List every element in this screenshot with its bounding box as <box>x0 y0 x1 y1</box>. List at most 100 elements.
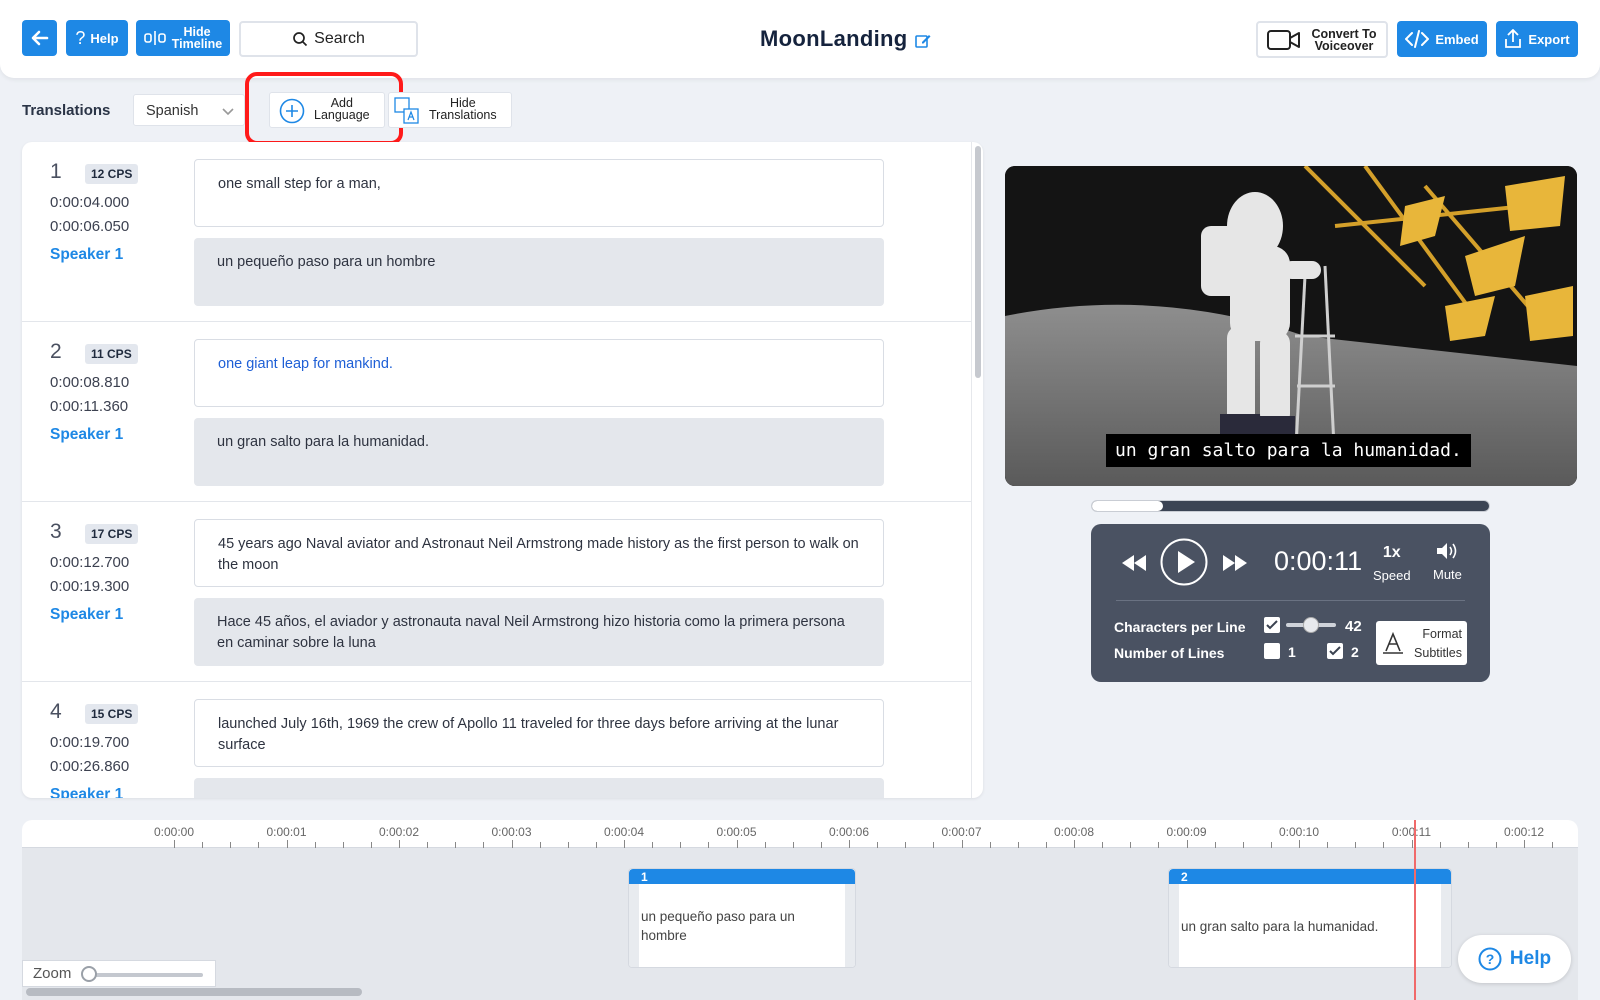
svg-text:?: ? <box>1486 951 1495 967</box>
timeline-tick <box>258 842 260 848</box>
timeline-tick <box>1017 842 1019 848</box>
timeline-tick <box>539 842 541 848</box>
timeline-ruler[interactable]: 0:00:00 0:00:01 0:00:02 0:00:03 0:00:04 0:00:… <box>22 820 1578 848</box>
edit-icon[interactable] <box>914 32 932 50</box>
translation-text-field[interactable]: un pequeño paso para un hombre <box>194 238 884 306</box>
end-time[interactable]: 0:00:06.050 <box>50 218 129 235</box>
speaker-link[interactable]: Speaker 1 <box>50 786 123 798</box>
timeline-tick-label: 0:00:10 <box>1278 825 1320 839</box>
timeline-tick <box>1495 842 1497 848</box>
clip-text: un gran salto para la humanidad. <box>1181 919 1379 934</box>
cps-badge: 15 CPS <box>85 704 139 724</box>
timeline-tick <box>314 842 316 848</box>
timeline-tick <box>1270 842 1272 848</box>
video-preview[interactable]: un gran salto para la humanidad. <box>1005 166 1577 486</box>
source-text-field[interactable]: launched July 16th, 1969 the crew of Apo… <box>194 699 884 767</box>
playhead[interactable] <box>1414 820 1416 1000</box>
timeline-tick <box>1524 840 1525 848</box>
timeline-tick <box>1186 840 1188 848</box>
timeline-tick <box>1327 842 1329 848</box>
clip-handle-right[interactable] <box>845 884 855 967</box>
end-time[interactable]: 0:00:19.300 <box>50 578 129 595</box>
timeline-clip[interactable]: 2 un gran salto para la humanidad. <box>1168 868 1452 968</box>
translation-text-field[interactable]: Hace 45 años, el aviador y astronauta na… <box>194 598 884 666</box>
divider <box>1116 600 1465 601</box>
clip-number: 1 <box>629 869 855 884</box>
rewind-icon[interactable] <box>1121 554 1147 572</box>
convert-to-voiceover-button[interactable]: Convert To Voiceover <box>1256 21 1388 58</box>
timeline-tick <box>1355 842 1357 848</box>
clip-number: 2 <box>1169 869 1451 884</box>
start-time[interactable]: 0:00:04.000 <box>50 194 129 211</box>
timeline[interactable]: 0:00:00 0:00:01 0:00:02 0:00:03 0:00:04 0:00:… <box>22 820 1578 1000</box>
help-chat-button[interactable]: ? Help <box>1458 935 1571 983</box>
clip-handle-right[interactable] <box>1441 884 1451 967</box>
video-progress-bar[interactable] <box>1091 500 1490 512</box>
timeline-tick <box>1467 842 1469 848</box>
mute-button[interactable]: Mute <box>1433 541 1462 582</box>
timeline-tick <box>1439 842 1441 848</box>
timeline-tick <box>427 842 429 848</box>
export-button[interactable]: Export <box>1496 21 1578 57</box>
scroll-thumb[interactable] <box>975 146 981 378</box>
timeline-clip[interactable]: 1 un pequeño paso para un hombre <box>628 868 856 968</box>
format-subtitles-button[interactable]: Format Subtitles <box>1376 621 1467 665</box>
back-button[interactable] <box>22 20 57 56</box>
subtitle-entry: 3 17 CPS 0:00:12.700 0:00:19.300 Speaker… <box>22 502 971 682</box>
lines-2-checkbox[interactable] <box>1327 643 1343 659</box>
zoom-slider[interactable] <box>93 973 203 977</box>
timeline-tick <box>933 842 935 848</box>
play-icon[interactable] <box>1160 538 1208 586</box>
cpl-slider-knob[interactable] <box>1303 617 1319 633</box>
code-icon <box>1405 30 1430 48</box>
speaker-link[interactable]: Speaker 1 <box>50 246 123 264</box>
cps-badge: 12 CPS <box>85 164 139 184</box>
timeline-tick-label: 0:00:09 <box>1166 825 1207 839</box>
timeline-scrollbar[interactable] <box>26 988 362 996</box>
highlight-box <box>245 72 403 145</box>
source-text-field[interactable]: one small step for a man, <box>194 159 884 227</box>
start-time[interactable]: 0:00:08.810 <box>50 374 129 391</box>
project-title: MoonLanding <box>760 26 908 51</box>
timeline-tick <box>595 842 597 848</box>
fast-forward-icon[interactable] <box>1222 554 1248 572</box>
entry-number: 3 <box>50 520 62 543</box>
help-button[interactable]: ? Help <box>66 20 128 56</box>
speed-button[interactable]: 1x Speed <box>1373 544 1411 583</box>
list-scrollbar[interactable] <box>971 142 983 798</box>
language-select[interactable]: Spanish <box>133 94 245 126</box>
end-time[interactable]: 0:00:26.860 <box>50 758 129 775</box>
translate-icon <box>394 97 419 124</box>
timeline-tick <box>708 842 710 848</box>
checkmark-icon <box>1266 620 1278 630</box>
timeline-tick <box>1214 842 1216 848</box>
start-time[interactable]: 0:00:19.700 <box>50 734 129 751</box>
speaker-link[interactable]: Speaker 1 <box>50 426 123 444</box>
cpl-checkbox[interactable] <box>1264 617 1280 633</box>
timeline-tick <box>567 842 569 848</box>
timeline-tick <box>1299 840 1300 848</box>
translation-text-field[interactable] <box>194 778 884 798</box>
source-text-field[interactable]: 45 years ago Naval aviator and Astronaut… <box>194 519 884 587</box>
cps-badge: 11 CPS <box>85 344 138 364</box>
speaker-link[interactable]: Speaker 1 <box>50 606 123 624</box>
timeline-tick <box>455 842 457 848</box>
zoom-slider-knob[interactable] <box>81 966 97 982</box>
hide-translations-button[interactable]: Hide Translations <box>388 92 512 128</box>
embed-button[interactable]: Embed <box>1397 21 1487 57</box>
clip-handle-left[interactable] <box>1169 884 1179 967</box>
timeline-tick-label: 0:00:02 <box>378 825 420 839</box>
search-button[interactable]: Search <box>239 21 418 57</box>
timeline-icon <box>143 31 166 45</box>
timeline-tick-label: 0:00:06 <box>828 825 870 839</box>
question-circle-icon: ? <box>1478 947 1502 971</box>
clip-handle-left[interactable] <box>629 884 639 967</box>
timeline-tick <box>877 842 879 848</box>
end-time[interactable]: 0:00:11.360 <box>50 398 128 415</box>
player-controls: 0:00:11 1x Speed Mute Characters per Line… <box>1091 524 1490 682</box>
translation-text-field[interactable]: un gran salto para la humanidad. <box>194 418 884 486</box>
hide-timeline-button[interactable]: Hide Timeline <box>136 20 230 56</box>
source-text-field[interactable]: one giant leap for mankind. <box>194 339 884 407</box>
start-time[interactable]: 0:00:12.700 <box>50 554 129 571</box>
lines-1-checkbox[interactable] <box>1264 643 1280 659</box>
